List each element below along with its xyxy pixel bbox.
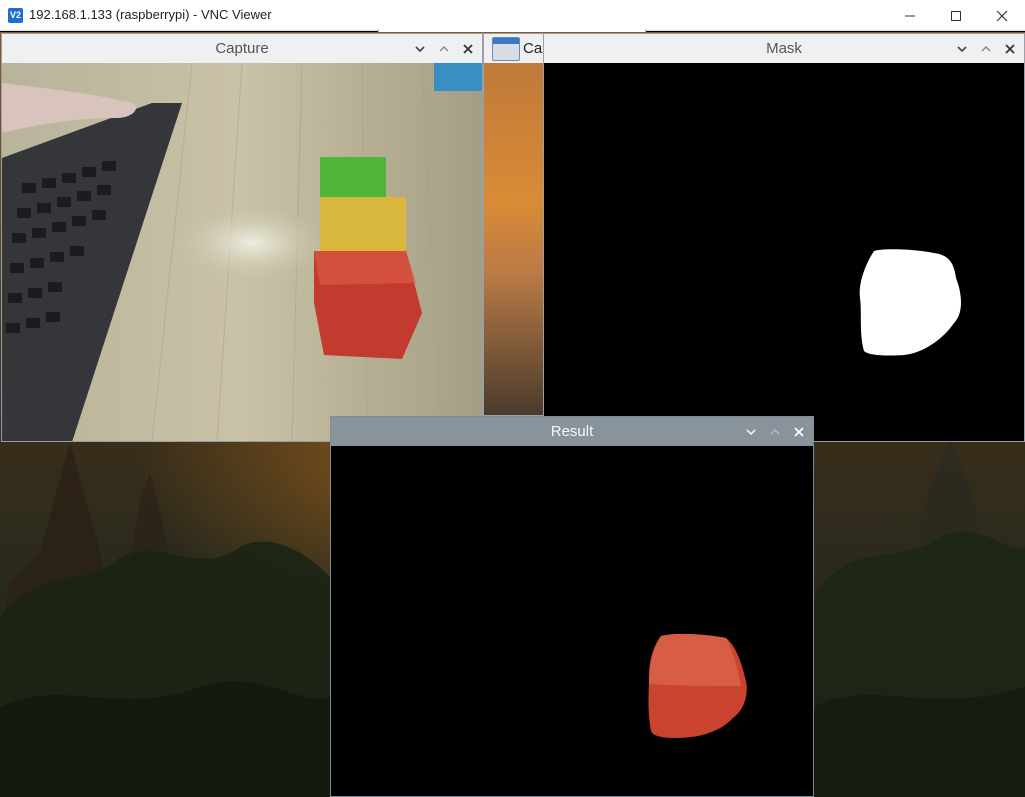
hidden-window[interactable]: Ca <box>483 33 544 416</box>
mask-blob <box>859 249 961 356</box>
capture-video-frame <box>2 63 482 441</box>
minimize-button[interactable] <box>887 0 933 31</box>
capture-titlebar[interactable]: Capture <box>2 34 482 63</box>
chevron-up-icon <box>439 45 449 51</box>
result-titlebar[interactable]: Result <box>331 417 813 446</box>
camera-image <box>2 63 482 441</box>
window-app-icon <box>492 36 520 61</box>
chevron-down-icon <box>415 45 425 52</box>
result-title: Result <box>550 423 594 440</box>
capture-minimize-button[interactable] <box>412 41 428 57</box>
minimize-icon <box>905 15 915 16</box>
capture-maximize-button[interactable] <box>436 41 452 57</box>
mask-window[interactable]: Mask <box>543 33 1025 442</box>
mask-minimize-button[interactable] <box>954 41 970 57</box>
hidden-window-title: Ca <box>523 40 543 57</box>
mask-maximize-button[interactable] <box>978 41 994 57</box>
chevron-down-icon <box>746 428 756 435</box>
green-cube <box>320 157 386 197</box>
mask-close-button[interactable] <box>1002 41 1018 57</box>
result-minimize-button[interactable] <box>743 424 759 440</box>
window-title: 192.168.1.133 (raspberrypi) - VNC Viewer <box>29 7 272 22</box>
close-icon <box>1005 43 1015 54</box>
result-close-button[interactable] <box>791 424 807 440</box>
mask-title: Mask <box>766 40 802 57</box>
yellow-cube <box>320 197 406 251</box>
hidden-window-titlebar[interactable]: Ca <box>484 34 543 63</box>
mask-titlebar[interactable]: Mask <box>544 34 1024 63</box>
vnc-logo-icon: V2 <box>8 8 23 23</box>
result-maximize-button[interactable] <box>767 424 783 440</box>
capture-window[interactable]: Capture <box>1 33 483 442</box>
result-image <box>331 446 813 796</box>
close-icon <box>463 43 473 54</box>
maximize-icon <box>951 10 961 21</box>
close-icon <box>996 10 1008 21</box>
vnc-titlebar: V2 192.168.1.133 (raspberrypi) - VNC Vie… <box>0 0 1025 31</box>
close-button[interactable] <box>979 0 1025 31</box>
chevron-up-icon <box>770 428 780 434</box>
chevron-up-icon <box>981 45 991 51</box>
close-icon <box>794 426 804 437</box>
maximize-button[interactable] <box>933 0 979 31</box>
hidden-window-content <box>484 63 543 415</box>
result-window[interactable]: Result <box>330 416 814 797</box>
capture-close-button[interactable] <box>460 41 476 57</box>
chevron-down-icon <box>957 45 967 52</box>
mask-image <box>544 63 1024 441</box>
capture-title: Capture <box>215 40 269 57</box>
